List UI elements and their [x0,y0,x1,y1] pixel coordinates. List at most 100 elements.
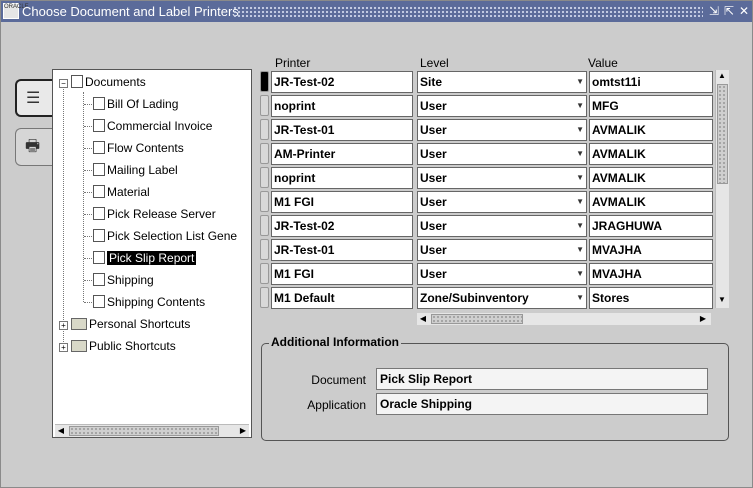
chevron-down-icon[interactable]: ▼ [576,240,584,260]
tree-connector [84,170,92,171]
document-icon [93,207,105,220]
level-select[interactable]: User ▼ [417,191,587,213]
tree-node-document[interactable]: Material [93,183,150,201]
value-cell[interactable]: MVAJHA [589,239,713,261]
tree-node-document[interactable]: Bill Of Lading [93,95,178,113]
document-icon [93,119,105,132]
tree-node-personal-shortcuts[interactable]: + Personal Shortcuts [59,315,190,333]
row-indicator[interactable] [260,119,269,140]
printer-cell[interactable]: JR-Test-02 [271,215,413,237]
printer-cell[interactable]: JR-Test-01 [271,239,413,261]
row-indicator[interactable] [260,239,269,260]
printer-cell[interactable]: JR-Test-02 [271,71,413,93]
arrow-right-icon[interactable]: ▶ [237,425,249,437]
tree-connector [84,280,92,281]
level-select[interactable]: User ▼ [417,263,587,285]
printer-cell[interactable]: noprint [271,167,413,189]
oracle-app-icon: ORACLE [3,3,29,19]
level-select[interactable]: Site ▼ [417,71,587,93]
minimize-button[interactable]: ⇲ [707,3,721,19]
chevron-down-icon[interactable]: ▼ [576,168,584,188]
printer-cell[interactable]: M1 FGI [271,263,413,285]
folder-icon [71,340,87,352]
grid-hscroll-thumb[interactable] [431,314,523,324]
level-select[interactable]: User ▼ [417,119,587,141]
value-cell[interactable]: AVMALIK [589,191,713,213]
level-select[interactable]: User ▼ [417,215,587,237]
value-cell[interactable]: MVAJHA [589,263,713,285]
document-icon [93,163,105,176]
documents-tab[interactable]: ☰ [15,79,53,117]
expand-icon[interactable]: + [59,343,68,352]
tree-node-public-shortcuts[interactable]: + Public Shortcuts [59,337,176,355]
document-field[interactable]: Pick Slip Report [376,368,708,390]
level-select[interactable]: User ▼ [417,143,587,165]
document-label: Document [311,373,366,387]
maximize-button[interactable]: ⇱ [722,3,736,19]
close-button[interactable]: ✕ [737,3,751,19]
value-cell[interactable]: AVMALIK [589,167,713,189]
level-value: User [420,219,447,233]
row-indicator[interactable] [260,263,269,284]
grid-horizontal-scrollbar[interactable]: ◀ ▶ [417,313,711,325]
grid-vertical-scrollbar[interactable]: ▲ ▼ [715,70,729,308]
tree-node-document[interactable]: Shipping [93,271,154,289]
title-bar[interactable]: ORACLE Choose Document and Label Printer… [1,1,752,22]
arrow-right-icon[interactable]: ▶ [697,313,709,325]
chevron-down-icon[interactable]: ▼ [576,96,584,116]
value-cell[interactable]: omtst11i [589,71,713,93]
printer-cell[interactable]: noprint [271,95,413,117]
row-indicator[interactable] [260,143,269,164]
printer-cell[interactable]: M1 FGI [271,191,413,213]
row-indicator[interactable] [260,95,269,116]
row-indicator[interactable] [260,167,269,188]
folder-icon [71,318,87,330]
printer-cell[interactable]: JR-Test-01 [271,119,413,141]
chevron-down-icon[interactable]: ▼ [576,72,584,92]
level-select[interactable]: User ▼ [417,95,587,117]
level-select[interactable]: User ▼ [417,167,587,189]
additional-information-title: Additional Information [269,335,401,349]
level-select[interactable]: User ▼ [417,239,587,261]
tree-node-document[interactable]: Flow Contents [93,139,184,157]
application-field[interactable]: Oracle Shipping [376,393,708,415]
arrow-left-icon[interactable]: ◀ [417,313,429,325]
document-tree[interactable]: − Documents Bill Of Lading Commercial Invo… [52,69,252,438]
tree-horizontal-scrollbar[interactable]: ◀ ▶ [55,424,249,437]
tree-scroll-thumb[interactable] [69,426,219,436]
tree-node-document[interactable]: Commercial Invoice [93,117,212,135]
tree-node-document[interactable]: Pick Slip Report [93,249,197,267]
value-cell[interactable]: Stores [589,287,713,309]
grid-vscroll-thumb[interactable] [717,84,728,184]
collapse-icon[interactable]: − [59,79,68,88]
row-indicator[interactable] [260,71,269,92]
tree-node-document[interactable]: Pick Release Server [93,205,216,223]
printer-cell[interactable]: AM-Printer [271,143,413,165]
chevron-down-icon[interactable]: ▼ [576,192,584,212]
chevron-down-icon[interactable]: ▼ [576,264,584,284]
level-select[interactable]: Zone/Subinventory ▼ [417,287,587,309]
arrow-up-icon[interactable]: ▲ [716,70,728,82]
tree-node-document[interactable]: Mailing Label [93,161,178,179]
printer-tab[interactable]: 🖶 [15,128,53,166]
tree-node-document[interactable]: Pick Selection List Gene [93,227,237,245]
value-cell[interactable]: AVMALIK [589,143,713,165]
printer-cell[interactable]: M1 Default [271,287,413,309]
arrow-down-icon[interactable]: ▼ [716,294,728,306]
chevron-down-icon[interactable]: ▼ [576,144,584,164]
value-cell[interactable]: MFG [589,95,713,117]
chevron-down-icon[interactable]: ▼ [576,288,584,308]
additional-information-group [261,343,729,441]
tree-node-documents[interactable]: − Documents [59,73,146,91]
column-header-level: Level [420,56,449,70]
tree-node-document[interactable]: Shipping Contents [93,293,205,311]
row-indicator[interactable] [260,287,269,308]
value-cell[interactable]: AVMALIK [589,119,713,141]
arrow-left-icon[interactable]: ◀ [55,425,67,437]
row-indicator[interactable] [260,191,269,212]
value-cell[interactable]: JRAGHUWA [589,215,713,237]
expand-icon[interactable]: + [59,321,68,330]
row-indicator[interactable] [260,215,269,236]
chevron-down-icon[interactable]: ▼ [576,120,584,140]
chevron-down-icon[interactable]: ▼ [576,216,584,236]
